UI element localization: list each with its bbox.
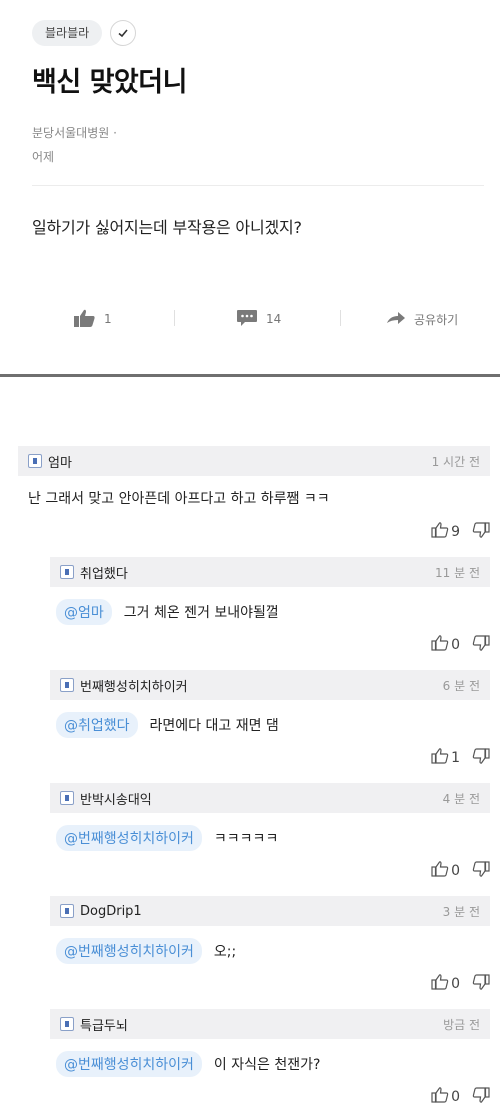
company-badge-icon — [60, 678, 74, 692]
thumbs-down-outline-icon[interactable] — [472, 861, 490, 881]
comment-votes: 0 — [431, 635, 490, 655]
comment-text: 난 그래서 맞고 안아픈데 아프다고 하고 하루쨈 ㅋㅋ — [28, 488, 330, 508]
comment-count: 14 — [266, 312, 282, 326]
mention-tag[interactable]: @번째행성히치하이커 — [56, 938, 202, 964]
reply: 반박시송대익 4 분 전 @번째행성히치하이커 ㅋㅋㅋㅋㅋ 0 — [50, 783, 490, 893]
company-badge-icon — [28, 454, 42, 468]
divider — [32, 185, 484, 186]
comment-button[interactable]: 14 — [236, 302, 281, 336]
reply: 특급두뇌 방금 전 @번째행성히치하이커 이 자식은 천잰가? 0 — [50, 1009, 490, 1107]
check-icon[interactable] — [110, 20, 137, 46]
thumbs-up-icon — [74, 309, 104, 330]
comment-body: 그거 체온 젠거 보내야될껄 — [123, 605, 279, 621]
comment-body: 오;; — [213, 944, 237, 960]
company-badge-icon — [60, 791, 74, 805]
post-actions: 1 14 공유하기 — [0, 302, 500, 336]
comment-header: 취업했다 11 분 전 — [50, 557, 490, 587]
post-tag-row: 블라블라 — [32, 20, 137, 46]
reply: 번째행성히치하이커 6 분 전 @취업했다 라면에다 대고 재면 댐 1 — [50, 670, 490, 780]
comment-header: 반박시송대익 4 분 전 — [50, 783, 490, 813]
comment-header: 엄마 1 시간 전 — [18, 446, 490, 476]
comment-header: 번째행성히치하이커 6 분 전 — [50, 670, 490, 700]
company-badge-icon — [60, 904, 74, 918]
comment-time: 4 분 전 — [442, 791, 480, 806]
speech-bubble-icon — [236, 309, 266, 330]
action-separator — [174, 310, 175, 326]
thumbs-up-outline-icon[interactable] — [431, 748, 449, 768]
post-date: 어제 — [32, 150, 55, 164]
comment-votes: 0 — [431, 974, 490, 994]
company-badge-icon — [60, 1017, 74, 1031]
thumbs-down-outline-icon[interactable] — [472, 635, 490, 655]
comment-text: @엄마 그거 체온 젠거 보내야될껄 — [56, 599, 279, 625]
company-badge-icon — [60, 565, 74, 579]
comment-author[interactable]: 반박시송대익 — [80, 789, 152, 808]
mention-tag[interactable]: @취업했다 — [56, 712, 138, 738]
like-count: 0 — [451, 863, 460, 879]
like-count: 1 — [104, 312, 112, 326]
post-body: 일하기가 싫어지는데 부작용은 아니겠지? — [32, 218, 302, 237]
like-count: 0 — [451, 976, 460, 992]
comment-header: 특급두뇌 방금 전 — [50, 1009, 490, 1039]
comment-body: ㅋㅋㅋㅋㅋ — [213, 831, 279, 847]
like-button[interactable]: 1 — [74, 302, 112, 336]
mention-tag[interactable]: @번째행성히치하이커 — [56, 1051, 202, 1077]
thumbs-down-outline-icon[interactable] — [472, 974, 490, 994]
action-separator — [340, 310, 341, 326]
comment-votes: 1 — [431, 748, 490, 768]
like-count: 0 — [451, 1089, 460, 1105]
post-title: 백신 맞았더니 — [32, 67, 187, 98]
comment-text: @번째행성히치하이커 오;; — [56, 938, 236, 964]
post: 블라블라 백신 맞았더니 분당서울대병원 · 어제 일하기가 싫어지는데 부작용… — [0, 0, 500, 376]
post-author[interactable]: 분당서울대병원 · — [32, 124, 117, 141]
comment: 엄마 1 시간 전 난 그래서 맞고 안아픈데 아프다고 하고 하루쨈 ㅋㅋ 9 — [18, 446, 490, 546]
comment-author[interactable]: 엄마 — [48, 452, 72, 471]
comment-body: 이 자식은 천잰가? — [213, 1057, 321, 1073]
comment-body: 라면에다 대고 재면 댐 — [149, 718, 279, 734]
reply: 취업했다 11 분 전 @엄마 그거 체온 젠거 보내야될껄 0 — [50, 557, 490, 667]
comment-header: DogDrip1 3 분 전 — [50, 896, 490, 926]
thumbs-down-outline-icon[interactable] — [472, 1087, 490, 1107]
comment-votes: 0 — [431, 861, 490, 881]
category-tag[interactable]: 블라블라 — [32, 20, 103, 46]
comment-author[interactable]: 취업했다 — [80, 563, 128, 582]
thumbs-up-outline-icon[interactable] — [431, 974, 449, 994]
reply: DogDrip1 3 분 전 @번째행성히치하이커 오;; 0 — [50, 896, 490, 1006]
comment-time: 6 분 전 — [442, 678, 480, 693]
like-count: 1 — [451, 750, 460, 766]
comment-author[interactable]: 번째행성히치하이커 — [80, 676, 188, 695]
comment-time: 3 분 전 — [442, 904, 480, 919]
mention-tag[interactable]: @번째행성히치하이커 — [56, 825, 202, 851]
comment-text: @번째행성히치하이커 ㅋㅋㅋㅋㅋ — [56, 825, 278, 851]
section-divider — [0, 374, 500, 377]
comment-text: @번째행성히치하이커 이 자식은 천잰가? — [56, 1051, 320, 1077]
comment-time: 11 분 전 — [435, 565, 480, 580]
thumbs-up-outline-icon[interactable] — [431, 861, 449, 881]
share-label: 공유하기 — [414, 312, 459, 327]
comment-time: 방금 전 — [443, 1017, 480, 1032]
comment-author[interactable]: 특급두뇌 — [80, 1015, 128, 1034]
comment-text: @취업했다 라면에다 대고 재면 댐 — [56, 712, 279, 738]
comment-time: 1 시간 전 — [431, 454, 480, 469]
share-arrow-icon — [386, 310, 414, 329]
mention-tag[interactable]: @엄마 — [56, 599, 112, 625]
comment-body: 난 그래서 맞고 안아픈데 아프다고 하고 하루쨈 ㅋㅋ — [28, 491, 330, 507]
comment-votes: 9 — [431, 522, 490, 542]
thumbs-up-outline-icon[interactable] — [431, 522, 449, 542]
like-count: 0 — [451, 637, 460, 653]
share-button[interactable]: 공유하기 — [386, 302, 458, 336]
comment-votes: 0 — [431, 1087, 490, 1107]
thumbs-up-outline-icon[interactable] — [431, 635, 449, 655]
thumbs-down-outline-icon[interactable] — [472, 748, 490, 768]
comment-author[interactable]: DogDrip1 — [80, 904, 142, 919]
thumbs-down-outline-icon[interactable] — [472, 522, 490, 542]
thumbs-up-outline-icon[interactable] — [431, 1087, 449, 1107]
like-count: 9 — [451, 524, 460, 540]
